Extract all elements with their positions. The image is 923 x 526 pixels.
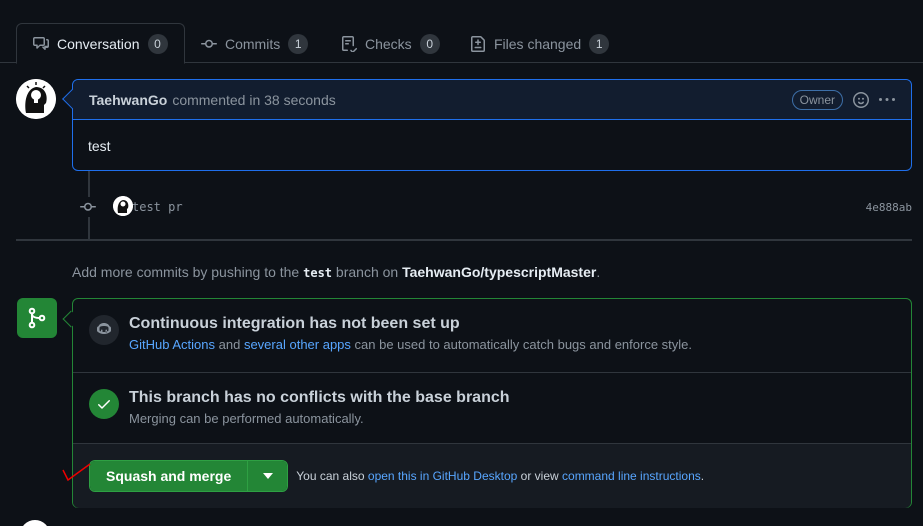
hint-suffix: .	[596, 264, 601, 280]
github-desktop-link[interactable]: open this in GitHub Desktop	[368, 469, 517, 483]
push-hint: Add more commits by pushing to the test …	[72, 264, 600, 280]
other-apps-link[interactable]: several other apps	[244, 337, 351, 352]
github-actions-link[interactable]: GitHub Actions	[129, 337, 215, 352]
branch-name: test	[303, 266, 333, 280]
tab-label: Files changed	[494, 35, 582, 52]
command-line-link[interactable]: command line instructions	[562, 469, 701, 483]
conflicts-subtitle: Merging can be performed automatically.	[129, 411, 364, 426]
owner-badge: Owner	[791, 89, 843, 110]
repo-name: TaehwanGo/typescriptMaster	[402, 264, 597, 280]
lightbulb-head-icon	[113, 196, 133, 216]
check-icon	[89, 389, 119, 419]
git-commit-icon	[78, 197, 98, 217]
tab-checks[interactable]: Checks 0	[325, 23, 456, 64]
tab-files-changed[interactable]: Files changed 1	[454, 23, 625, 64]
merge-box: Continuous integration has not been set …	[62, 298, 912, 508]
hint-middle: branch on	[335, 264, 399, 280]
red-checkmark-annotation	[62, 463, 91, 482]
pull-request-page: Conversation 0 Commits 1 Checks 0 Files …	[0, 0, 923, 526]
comment-body: test	[88, 138, 111, 154]
ci-section: Continuous integration has not been set …	[73, 299, 911, 373]
tab-count: 0	[147, 33, 168, 54]
alt-mid: or view	[520, 469, 559, 483]
ci-title: Continuous integration has not been set …	[129, 315, 460, 332]
alt-suffix: .	[700, 469, 705, 483]
tab-conversation[interactable]: Conversation 0	[16, 23, 185, 64]
lightbulb-head-icon	[16, 79, 56, 119]
commit-sha[interactable]: 4e888ab	[866, 201, 912, 214]
tab-commits[interactable]: Commits 1	[185, 23, 324, 64]
comment-header: TaehwanGo commented in 38 seconds Owner	[73, 80, 911, 120]
ci-description: GitHub Actions and several other apps ca…	[129, 337, 692, 352]
commit-message[interactable]: test pr	[132, 200, 183, 214]
tab-count: 0	[419, 33, 440, 54]
commit-row: test pr 4e888ab	[78, 194, 912, 220]
kebab-horizontal-icon[interactable]	[879, 92, 895, 108]
alt-prefix: You can also	[296, 469, 365, 483]
merge-alternatives: You can also open this in GitHub Desktop…	[296, 469, 704, 483]
hint-prefix: Add more commits by pushing to the	[72, 264, 300, 280]
conflicts-section: This branch has no conflicts with the ba…	[73, 373, 911, 444]
tab-count: 1	[589, 33, 610, 54]
tab-label: Commits	[225, 35, 281, 52]
comment-author[interactable]: TaehwanGo	[89, 92, 167, 108]
pr-tabs: Conversation 0 Commits 1 Checks 0 Files …	[0, 0, 923, 64]
conflicts-title: This branch has no conflicts with the ba…	[129, 389, 510, 406]
merge-button-group: Squash and merge	[89, 460, 289, 492]
merge-dropdown-button[interactable]	[247, 461, 288, 491]
comment-box: TaehwanGo commented in 38 seconds Owner …	[62, 79, 912, 171]
timeline-divider	[16, 239, 912, 241]
tab-label: Conversation	[57, 35, 140, 52]
git-merge-icon	[17, 298, 57, 338]
avatar[interactable]	[16, 79, 56, 119]
git-commit-icon	[201, 39, 217, 48]
ci-and: and	[218, 337, 241, 352]
tab-label: Checks	[365, 35, 412, 52]
robot-icon	[89, 315, 119, 345]
smiley-icon[interactable]	[853, 91, 869, 108]
file-diff-icon	[471, 35, 485, 52]
comment-discussion-icon	[33, 36, 49, 50]
comment-timestamp[interactable]: commented in 38 seconds	[172, 92, 335, 108]
tab-count: 1	[288, 33, 309, 54]
commit-avatar[interactable]	[113, 196, 133, 216]
squash-and-merge-button[interactable]: Squash and merge	[90, 461, 248, 491]
next-avatar	[20, 520, 50, 526]
triangle-down-icon	[262, 473, 273, 479]
checklist-icon	[342, 35, 357, 52]
merge-actions: Squash and merge You can also open this …	[73, 444, 911, 508]
ci-rest: can be used to automatically catch bugs …	[354, 337, 693, 352]
